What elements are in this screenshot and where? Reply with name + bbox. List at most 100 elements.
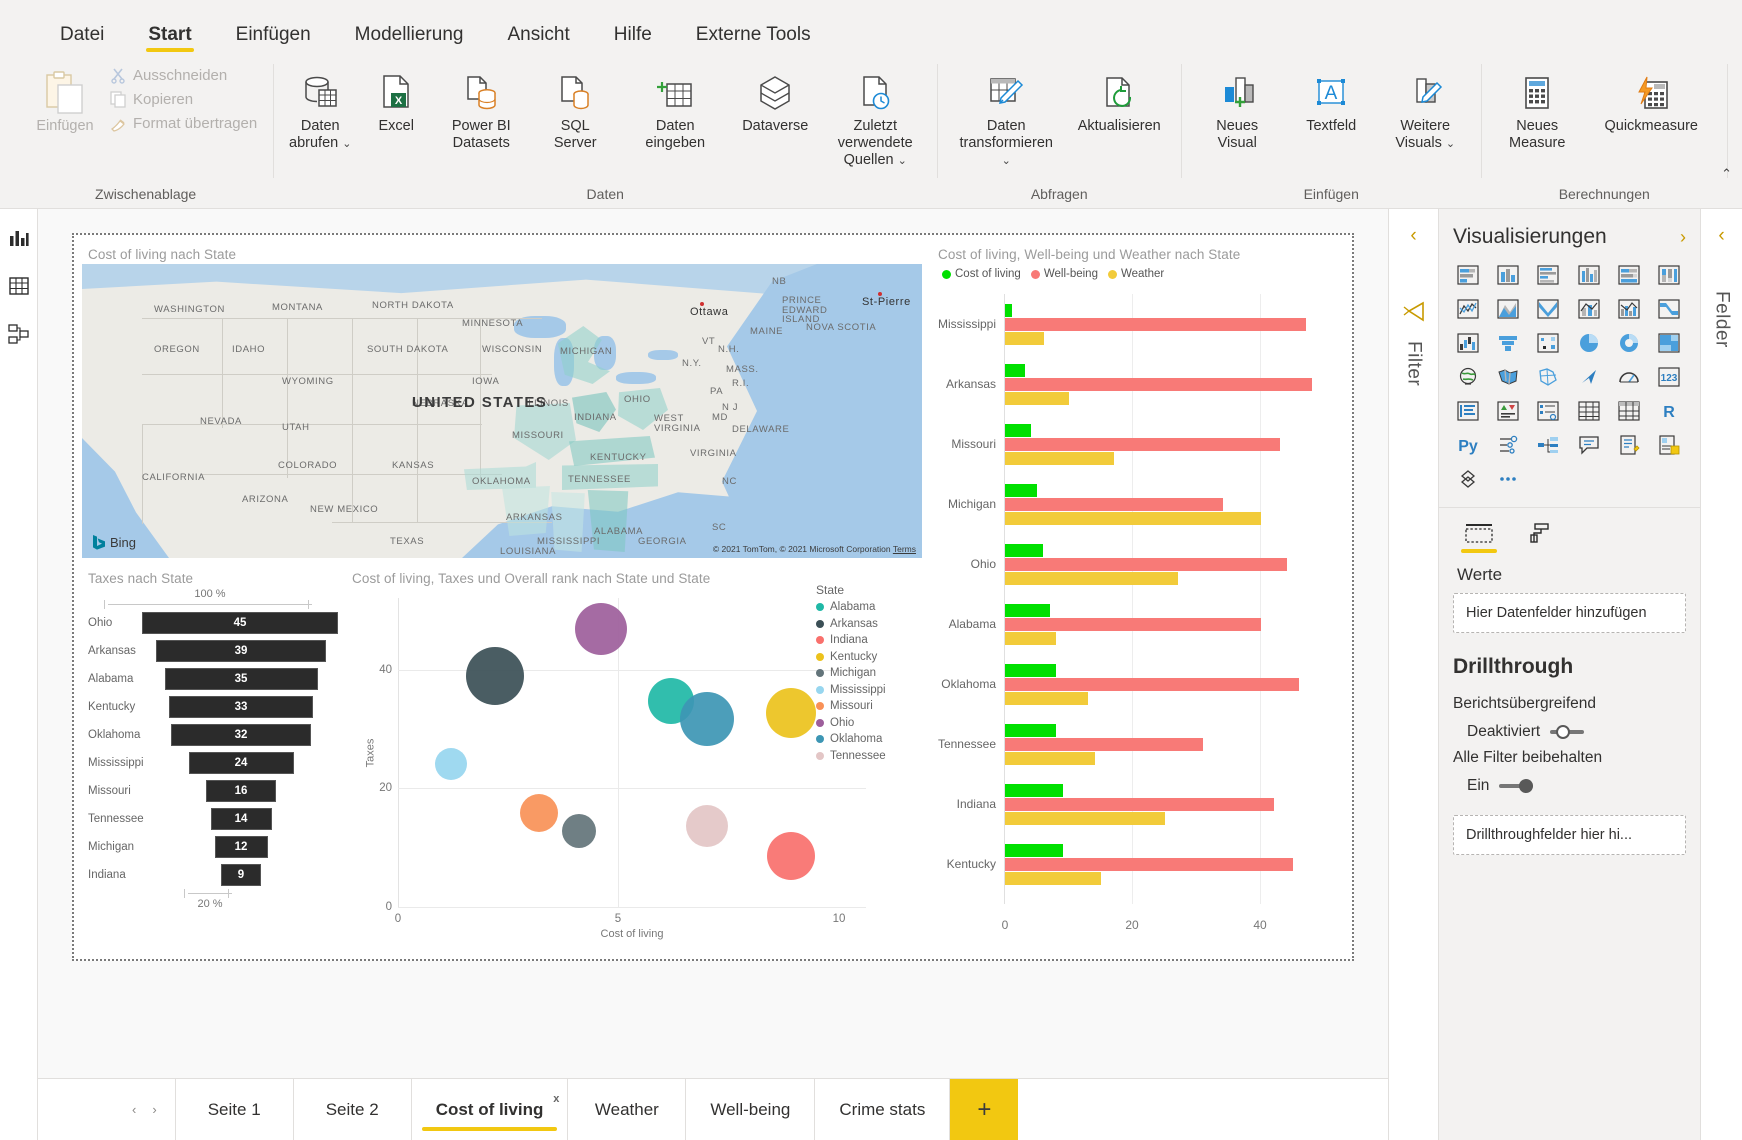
page-next-icon[interactable]: › xyxy=(152,1102,156,1117)
bar-weather[interactable] xyxy=(1005,632,1056,645)
decomposition-tree-icon[interactable] xyxy=(1531,431,1565,459)
funnel-chart-icon[interactable] xyxy=(1491,329,1525,357)
table-icon[interactable] xyxy=(1572,397,1606,425)
bar-cost-of-living[interactable] xyxy=(1005,844,1063,857)
map-surface[interactable]: WASHINGTON MONTANA NORTH DAKOTA MINNESOT… xyxy=(82,264,922,558)
bar-plot-area[interactable]: Mississippi Arkansas Missouri Michigan O… xyxy=(938,294,1324,932)
funnel-row[interactable]: Michigan 12 xyxy=(82,833,338,861)
bar-weather[interactable] xyxy=(1005,872,1101,885)
legend-item[interactable]: Tennessee xyxy=(816,750,916,762)
visual-bar-chart[interactable]: Cost of living, Well-being und Weather n… xyxy=(932,241,1336,957)
bar-cost-of-living[interactable] xyxy=(1005,364,1025,377)
enter-data-button[interactable]: Daten eingeben xyxy=(623,64,727,156)
funnel-row[interactable]: Arkansas 39 xyxy=(82,637,338,665)
line-and-clustered-column-icon[interactable] xyxy=(1612,295,1646,323)
funnel-row[interactable]: Ohio 45 xyxy=(82,609,338,637)
matrix-icon[interactable] xyxy=(1612,397,1646,425)
bubble-indiana[interactable] xyxy=(767,832,815,880)
legend-item[interactable]: Indiana xyxy=(816,634,916,646)
keep-filters-toggle-row[interactable]: Ein xyxy=(1439,771,1700,797)
add-page-button[interactable]: + xyxy=(950,1079,1019,1140)
close-icon[interactable]: x xyxy=(553,1093,559,1105)
legend-item[interactable]: Mississippi xyxy=(816,684,916,696)
key-influencers-icon[interactable] xyxy=(1491,431,1525,459)
legend-item[interactable]: Michigan xyxy=(816,667,916,679)
bar-group[interactable]: Tennessee xyxy=(938,714,1324,774)
bar-weather[interactable] xyxy=(1005,812,1165,825)
legend-item-well-being[interactable]: Well-being xyxy=(1030,268,1098,280)
bar-group[interactable]: Oklahoma xyxy=(941,654,1324,714)
bar-cost-of-living[interactable] xyxy=(1005,664,1056,677)
quick-measure-button[interactable]: Quickmeasure xyxy=(1585,64,1717,139)
model-view-icon[interactable] xyxy=(4,319,34,349)
bar-well-being[interactable] xyxy=(1005,378,1312,391)
treemap-icon[interactable] xyxy=(1652,329,1686,357)
shape-map-icon[interactable] xyxy=(1531,363,1565,391)
bubble-missouri[interactable] xyxy=(520,794,558,832)
bar-well-being[interactable] xyxy=(1005,738,1203,751)
chevron-left-icon-fields[interactable]: ‹ xyxy=(1718,225,1724,247)
bar-cost-of-living[interactable] xyxy=(1005,784,1063,797)
funnel-row[interactable]: Oklahoma 32 xyxy=(82,721,338,749)
line-and-stacked-column-icon[interactable] xyxy=(1572,295,1606,323)
card-icon[interactable]: 123 xyxy=(1652,363,1686,391)
bar-weather[interactable] xyxy=(1005,452,1114,465)
sql-server-button[interactable]: SQL Server xyxy=(529,64,621,156)
funnel-row[interactable]: Tennessee 14 xyxy=(82,805,338,833)
bar-well-being[interactable] xyxy=(1005,678,1299,691)
refresh-button[interactable]: Aktualisieren xyxy=(1067,64,1171,139)
sensitivity-button[interactable]: Vertraulichkeit(Vorschau) ⌄ xyxy=(1737,64,1742,156)
stacked-area-chart-icon[interactable] xyxy=(1531,295,1565,323)
bar-group[interactable]: Kentucky xyxy=(947,834,1324,894)
funnel-row[interactable]: Missouri 16 xyxy=(82,777,338,805)
tab-fields[interactable] xyxy=(1461,522,1497,553)
bar-cost-of-living[interactable] xyxy=(1005,604,1050,617)
visual-scatter[interactable]: Cost of living, Taxes und Overall rank n… xyxy=(346,565,922,957)
bar-well-being[interactable] xyxy=(1005,318,1306,331)
legend-item[interactable]: Missouri xyxy=(816,700,916,712)
page-tab-cost-of-living[interactable]: Cost of living x xyxy=(412,1079,569,1140)
power-bi-datasets-button[interactable]: Power BI Datasets xyxy=(435,64,527,156)
ribbon-chart-icon[interactable] xyxy=(1652,295,1686,323)
keep-filters-toggle[interactable] xyxy=(1499,779,1534,793)
bar-weather[interactable] xyxy=(1005,572,1178,585)
legend-item-weather[interactable]: Weather xyxy=(1107,268,1164,280)
bar-group[interactable]: Mississippi xyxy=(938,294,1324,354)
paste-button[interactable]: Einfügen xyxy=(28,64,102,139)
bar-cost-of-living[interactable] xyxy=(1005,544,1043,557)
bar-well-being[interactable] xyxy=(1005,618,1261,631)
ribbon-tab-externe-tools[interactable]: Externe Tools xyxy=(678,18,829,56)
bar-well-being[interactable] xyxy=(1005,498,1223,511)
copy-button[interactable]: Kopieren xyxy=(104,88,263,111)
bar-well-being[interactable] xyxy=(1005,858,1293,871)
data-view-icon[interactable] xyxy=(4,271,34,301)
bar-cost-of-living[interactable] xyxy=(1005,304,1012,317)
page-tab-well-being[interactable]: Well-being xyxy=(686,1079,816,1140)
hundred-stacked-bar-icon[interactable] xyxy=(1612,261,1646,289)
hundred-stacked-column-icon[interactable] xyxy=(1652,261,1686,289)
donut-chart-icon[interactable] xyxy=(1612,329,1646,357)
line-chart-icon[interactable] xyxy=(1451,295,1485,323)
bubble-ohio[interactable] xyxy=(575,603,627,655)
bar-group[interactable]: Indiana xyxy=(957,774,1324,834)
filled-map-icon[interactable] xyxy=(1491,363,1525,391)
bubble-kentucky[interactable] xyxy=(766,688,816,738)
bar-group[interactable]: Michigan xyxy=(948,474,1324,534)
ribbon-tab-einfuegen[interactable]: Einfügen xyxy=(218,18,329,56)
bar-well-being[interactable] xyxy=(1005,558,1287,571)
clustered-column-chart-icon[interactable] xyxy=(1572,261,1606,289)
paginated-report-icon[interactable] xyxy=(1652,431,1686,459)
scatter-chart-icon[interactable] xyxy=(1531,329,1565,357)
tab-format[interactable] xyxy=(1523,522,1559,553)
collapse-ribbon-icon[interactable]: ⌃ xyxy=(1721,166,1732,182)
funnel-row[interactable]: Alabama 35 xyxy=(82,665,338,693)
transform-data-button[interactable]: Daten transformieren ⌄ xyxy=(947,64,1065,173)
legend-item[interactable]: Kentucky xyxy=(816,651,916,663)
scatter-plot-area[interactable]: 40 20 0 0 5 10 Taxes Cost of living xyxy=(364,598,866,940)
smart-narrative-icon[interactable] xyxy=(1612,431,1646,459)
funnel-row[interactable]: Kentucky 33 xyxy=(82,693,338,721)
bar-group[interactable]: Ohio xyxy=(971,534,1324,594)
cut-button[interactable]: Ausschneiden xyxy=(104,64,263,87)
page-tab-seite-1[interactable]: Seite 1 xyxy=(176,1079,294,1140)
fields-pane-collapsed[interactable]: ‹ Felder xyxy=(1700,209,1742,1140)
